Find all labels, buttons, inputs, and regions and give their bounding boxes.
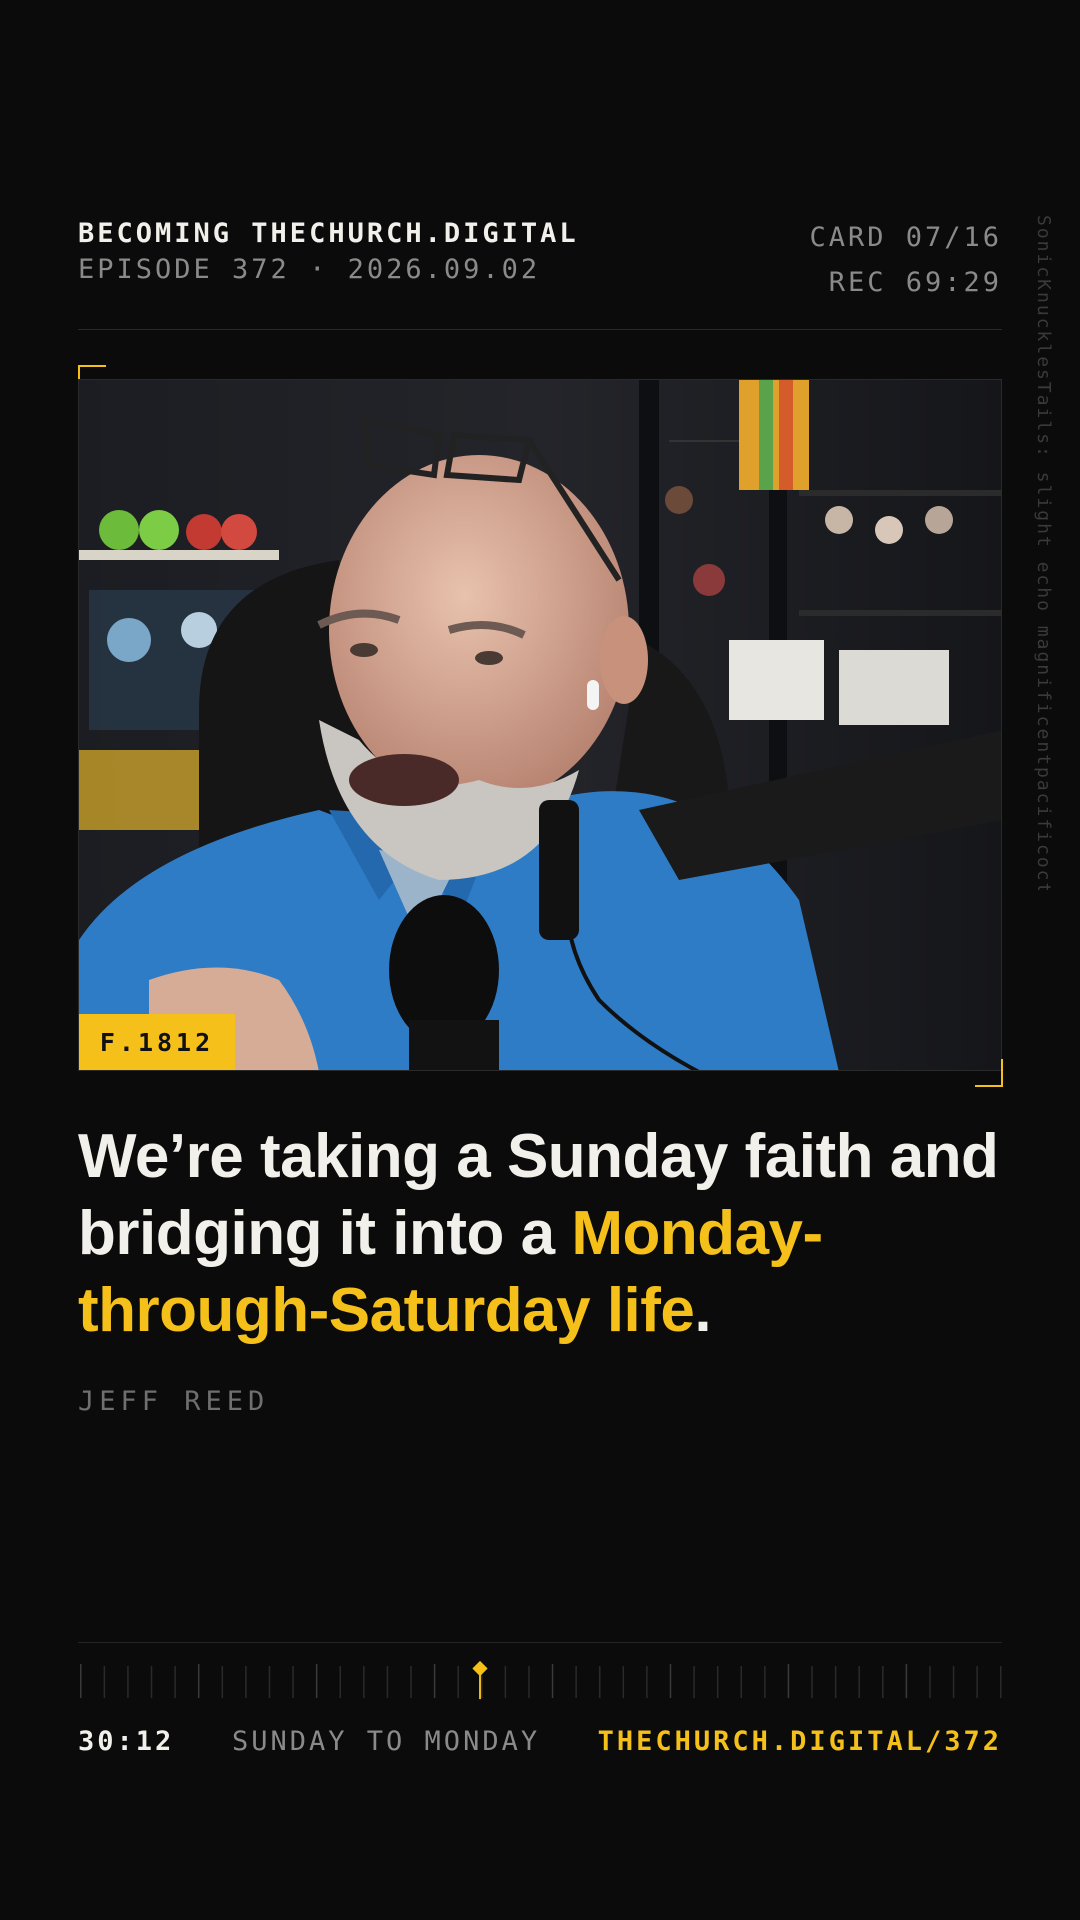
quote-text: We’re taking a Sunday faith and bridging… [78, 1122, 999, 1268]
segment-label: SUNDAY TO MONDAY [232, 1726, 541, 1757]
speaker-name: JEFF REED [78, 1386, 270, 1417]
speaker-video-still [79, 380, 1001, 1070]
timeline-tick [929, 1666, 931, 1698]
timeline-scrubber[interactable] [78, 1660, 1002, 1704]
timeline-tick [292, 1666, 294, 1698]
timeline-tick [551, 1664, 554, 1698]
episode-info: EPISODE 372 · 2026.09.02 [78, 254, 541, 285]
timeline-tick [882, 1666, 884, 1698]
side-caption: SonicKnucklesTails: slight echo magnific… [1033, 215, 1054, 890]
timeline-tick [80, 1664, 82, 1698]
timeline-tick [363, 1666, 365, 1698]
timeline-tick [174, 1666, 176, 1698]
timeline-tick [952, 1666, 955, 1698]
timeline-tick [622, 1666, 625, 1698]
timeline-tick [716, 1666, 719, 1698]
card-counter: CARD 07/16 [809, 222, 1002, 253]
header-divider [78, 329, 1002, 330]
episode-url[interactable]: THECHURCH.DIGITAL/372 [598, 1726, 1002, 1757]
timeline-tick [103, 1666, 106, 1698]
timeline-tick [528, 1666, 530, 1698]
timeline-tick [834, 1666, 837, 1698]
timeline-tick [150, 1666, 153, 1698]
episode-header: BECOMING THECHURCH.DIGITAL EPISODE 372 ·… [78, 218, 1002, 330]
timeline-tick [575, 1666, 577, 1698]
timeline-tick [858, 1666, 860, 1698]
timeline-tick [598, 1666, 601, 1698]
timeline-tick [669, 1664, 672, 1698]
timeline-tick [339, 1666, 341, 1698]
timeline-tick [457, 1666, 459, 1698]
video-frame: F.1812 [78, 379, 1002, 1071]
timeline-tick [268, 1666, 271, 1698]
timeline-tick [433, 1664, 436, 1698]
timeline-tick [740, 1666, 743, 1698]
timeline-tick [693, 1666, 695, 1698]
timeline-tick [410, 1666, 412, 1698]
timeline-tick [787, 1664, 790, 1698]
timeline-tick [386, 1666, 389, 1698]
timeline-tick [221, 1666, 224, 1698]
timeline-tick [1000, 1666, 1002, 1698]
quote-end: . [694, 1276, 712, 1345]
frame-corner-bottom-right [975, 1059, 1003, 1087]
recording-timestamp: REC 69:29 [828, 267, 1002, 298]
timeline-tick [646, 1666, 648, 1698]
pull-quote: We’re taking a Sunday faith and bridging… [78, 1118, 1002, 1349]
playhead-marker[interactable] [468, 1659, 492, 1701]
footer-divider [78, 1642, 1002, 1643]
timeline-tick [764, 1666, 766, 1698]
current-time: 30:12 [78, 1726, 175, 1757]
timeline-tick [811, 1666, 813, 1698]
show-title: BECOMING THECHURCH.DIGITAL [78, 218, 579, 249]
timeline-tick [905, 1664, 908, 1698]
timeline-tick [197, 1664, 200, 1698]
timeline-tick [315, 1664, 318, 1698]
timeline-tick [245, 1666, 247, 1698]
timeline-tick [976, 1666, 978, 1698]
timeline-tick [127, 1666, 129, 1698]
frame-number-tag: F.1812 [79, 1014, 235, 1070]
timeline-tick [504, 1666, 507, 1698]
